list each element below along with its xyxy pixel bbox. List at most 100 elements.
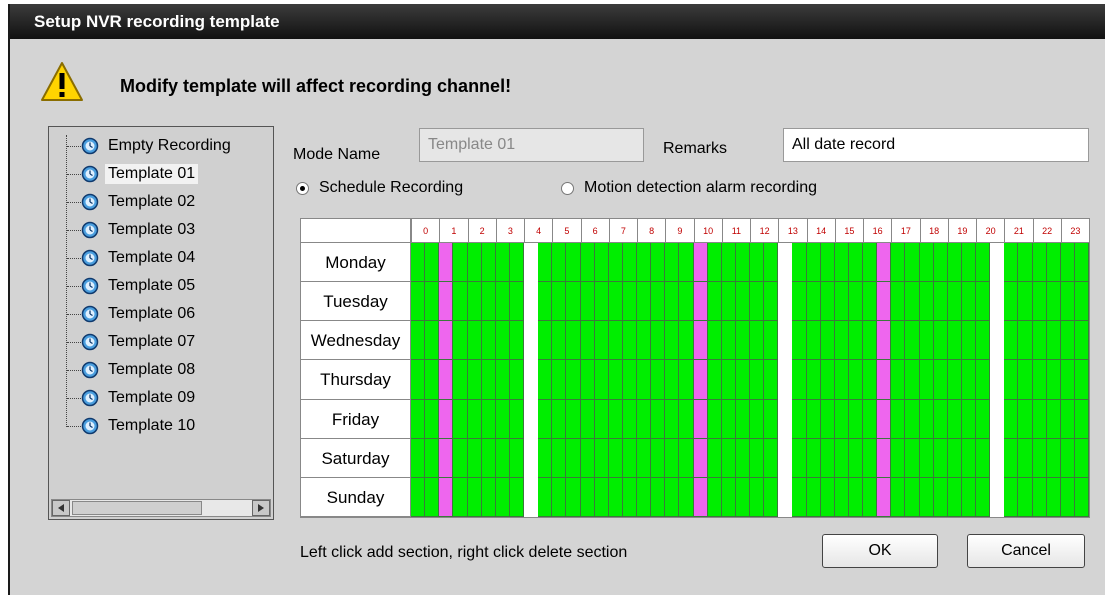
schedule-cell[interactable] bbox=[707, 399, 722, 439]
schedule-cell[interactable] bbox=[594, 360, 609, 400]
schedule-cell[interactable] bbox=[1018, 243, 1033, 283]
schedule-cell[interactable] bbox=[453, 360, 468, 400]
schedule-cell[interactable] bbox=[566, 282, 581, 322]
schedule-cell[interactable] bbox=[679, 282, 694, 322]
schedule-cell[interactable] bbox=[425, 477, 440, 517]
schedule-cell[interactable] bbox=[637, 360, 652, 400]
schedule-cell[interactable] bbox=[877, 243, 892, 283]
schedule-cell[interactable] bbox=[580, 438, 595, 478]
schedule-cell[interactable] bbox=[481, 399, 496, 439]
schedule-cell[interactable] bbox=[1074, 438, 1089, 478]
schedule-cell[interactable] bbox=[750, 399, 765, 439]
schedule-cell[interactable] bbox=[651, 399, 666, 439]
schedule-cell[interactable] bbox=[877, 399, 892, 439]
schedule-cell[interactable] bbox=[453, 438, 468, 478]
tree-item[interactable]: Template 09 bbox=[67, 385, 198, 411]
template-tree[interactable]: Empty Recording Template 01 Template 02 Tem… bbox=[48, 126, 274, 520]
schedule-cell[interactable] bbox=[1004, 321, 1019, 361]
schedule-cell[interactable] bbox=[764, 282, 779, 322]
schedule-cell[interactable] bbox=[891, 360, 906, 400]
schedule-cell[interactable] bbox=[439, 477, 454, 517]
schedule-cell[interactable] bbox=[594, 438, 609, 478]
schedule-cell[interactable] bbox=[495, 477, 510, 517]
schedule-cell[interactable] bbox=[665, 438, 680, 478]
schedule-cell[interactable] bbox=[467, 399, 482, 439]
schedule-cell[interactable] bbox=[891, 438, 906, 478]
schedule-cell[interactable] bbox=[495, 321, 510, 361]
schedule-cell[interactable] bbox=[679, 321, 694, 361]
schedule-cell[interactable] bbox=[679, 477, 694, 517]
schedule-cell[interactable] bbox=[552, 477, 567, 517]
schedule-cell[interactable] bbox=[721, 399, 736, 439]
schedule-cell[interactable] bbox=[764, 477, 779, 517]
schedule-cell[interactable] bbox=[481, 321, 496, 361]
schedule-cell[interactable] bbox=[1060, 360, 1075, 400]
schedule-cell[interactable] bbox=[467, 282, 482, 322]
schedule-cell[interactable] bbox=[608, 477, 623, 517]
schedule-cell[interactable] bbox=[580, 477, 595, 517]
schedule-cell[interactable] bbox=[439, 321, 454, 361]
schedule-cell[interactable] bbox=[990, 243, 1005, 283]
schedule-cell[interactable] bbox=[481, 438, 496, 478]
schedule-cell[interactable] bbox=[820, 321, 835, 361]
schedule-cell[interactable] bbox=[1004, 282, 1019, 322]
schedule-cell[interactable] bbox=[566, 360, 581, 400]
tree-item[interactable]: Template 04 bbox=[67, 245, 198, 271]
schedule-cell[interactable] bbox=[467, 438, 482, 478]
schedule-cell[interactable] bbox=[863, 321, 878, 361]
schedule-cell[interactable] bbox=[806, 243, 821, 283]
schedule-cell[interactable] bbox=[905, 321, 920, 361]
schedule-cell[interactable] bbox=[1060, 477, 1075, 517]
schedule-cell[interactable] bbox=[608, 321, 623, 361]
schedule-cell[interactable] bbox=[524, 360, 539, 400]
schedule-cell[interactable] bbox=[961, 438, 976, 478]
schedule-cell[interactable] bbox=[961, 360, 976, 400]
schedule-cell[interactable] bbox=[509, 360, 524, 400]
schedule-cell[interactable] bbox=[721, 282, 736, 322]
schedule-cell[interactable] bbox=[806, 438, 821, 478]
schedule-cell[interactable] bbox=[877, 360, 892, 400]
schedule-cell[interactable] bbox=[622, 243, 637, 283]
schedule-cell[interactable] bbox=[1032, 243, 1047, 283]
schedule-cell[interactable] bbox=[1004, 243, 1019, 283]
schedule-cell[interactable] bbox=[764, 399, 779, 439]
schedule-cell[interactable] bbox=[834, 243, 849, 283]
schedule-cell[interactable] bbox=[622, 399, 637, 439]
schedule-cell[interactable] bbox=[509, 243, 524, 283]
schedule-cell[interactable] bbox=[735, 438, 750, 478]
schedule-cell[interactable] bbox=[439, 282, 454, 322]
schedule-cell[interactable] bbox=[538, 282, 553, 322]
schedule-cell[interactable] bbox=[976, 243, 991, 283]
schedule-cell[interactable] bbox=[848, 438, 863, 478]
schedule-cell[interactable] bbox=[467, 243, 482, 283]
scroll-left-button[interactable] bbox=[52, 500, 70, 516]
schedule-cell[interactable] bbox=[1004, 477, 1019, 517]
schedule-cell[interactable] bbox=[778, 360, 793, 400]
schedule-cell[interactable] bbox=[891, 321, 906, 361]
schedule-cell[interactable] bbox=[750, 243, 765, 283]
schedule-cell[interactable] bbox=[778, 243, 793, 283]
schedule-cell[interactable] bbox=[622, 282, 637, 322]
schedule-cell[interactable] bbox=[863, 477, 878, 517]
schedule-cell[interactable] bbox=[566, 321, 581, 361]
schedule-cell[interactable] bbox=[834, 282, 849, 322]
schedule-cell[interactable] bbox=[735, 360, 750, 400]
schedule-cell[interactable] bbox=[679, 438, 694, 478]
schedule-cell[interactable] bbox=[651, 477, 666, 517]
schedule-cell[interactable] bbox=[961, 321, 976, 361]
schedule-cell[interactable] bbox=[594, 321, 609, 361]
schedule-cell[interactable] bbox=[608, 243, 623, 283]
schedule-cell[interactable] bbox=[509, 321, 524, 361]
schedule-cell[interactable] bbox=[961, 282, 976, 322]
schedule-cell[interactable] bbox=[792, 321, 807, 361]
tree-item[interactable]: Empty Recording bbox=[67, 133, 234, 159]
scroll-right-button[interactable] bbox=[252, 500, 270, 516]
tree-item[interactable]: Template 05 bbox=[67, 273, 198, 299]
schedule-cell[interactable] bbox=[538, 399, 553, 439]
schedule-cell[interactable] bbox=[891, 477, 906, 517]
schedule-cell[interactable] bbox=[947, 360, 962, 400]
schedule-cell[interactable] bbox=[792, 282, 807, 322]
schedule-cell[interactable] bbox=[453, 243, 468, 283]
schedule-cell[interactable] bbox=[750, 360, 765, 400]
schedule-cell[interactable] bbox=[848, 399, 863, 439]
